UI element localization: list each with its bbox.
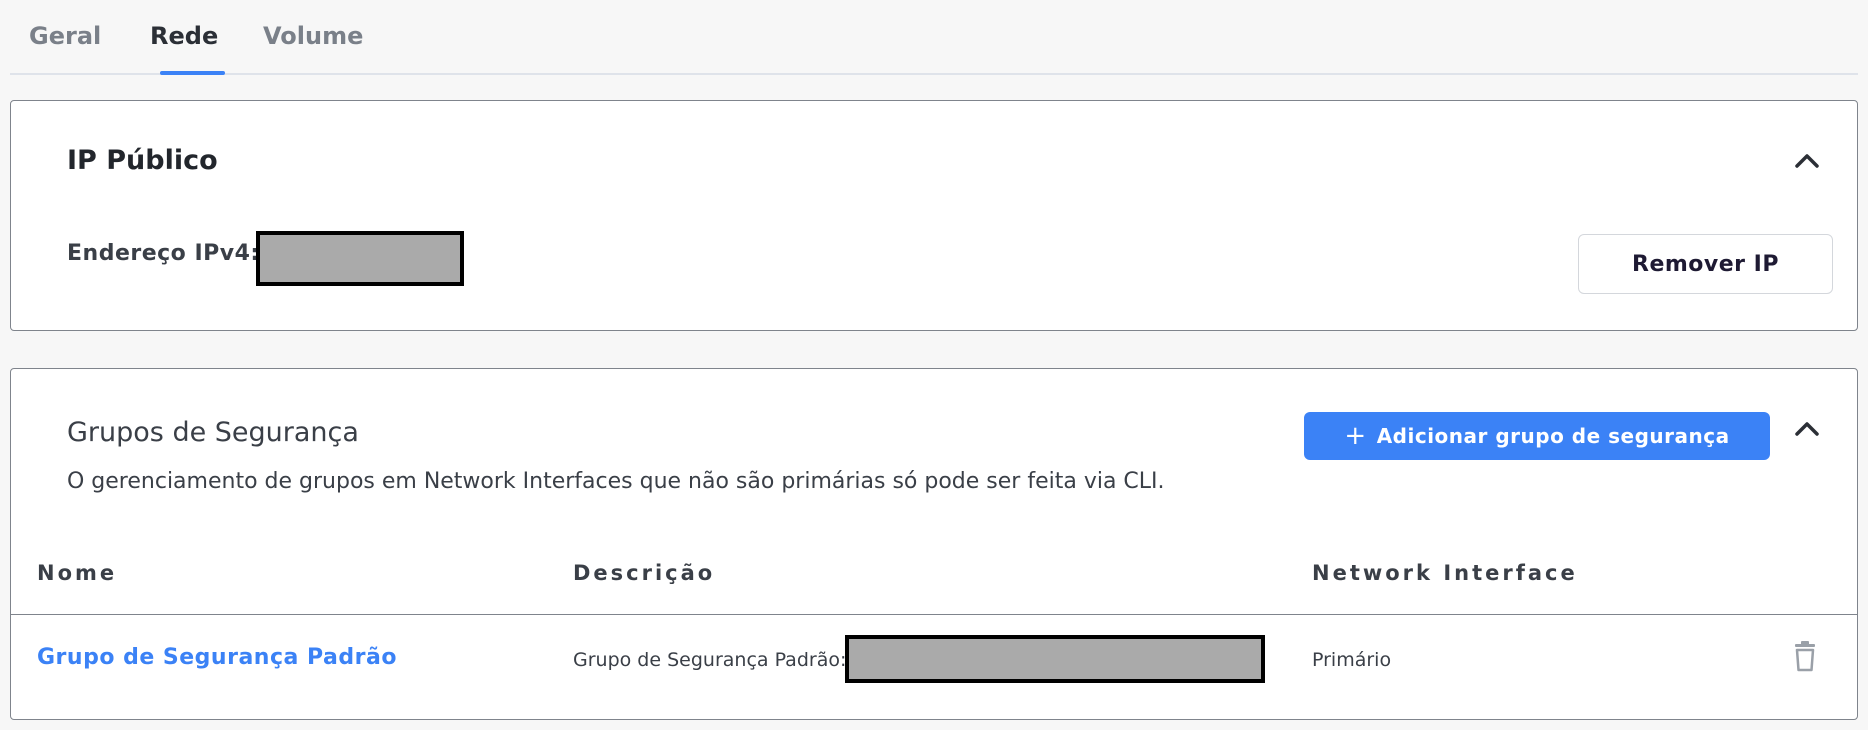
trash-icon[interactable] bbox=[1791, 641, 1819, 673]
chevron-up-icon[interactable] bbox=[1791, 145, 1823, 177]
tab-geral[interactable]: Geral bbox=[29, 22, 101, 50]
security-group-description: Grupo de Segurança Padrão: bbox=[573, 649, 847, 671]
security-group-name-link[interactable]: Grupo de Segurança Padrão bbox=[37, 645, 397, 670]
add-security-group-label: Adicionar grupo de segurança bbox=[1376, 424, 1730, 448]
network-interface-value: Primário bbox=[1312, 649, 1392, 671]
column-header-network-interface: Network Interface bbox=[1312, 561, 1578, 585]
plus-icon: + bbox=[1344, 421, 1367, 451]
tab-rede[interactable]: Rede bbox=[150, 22, 218, 50]
public-ip-card: IP Público Endereço IPv4: Remover IP bbox=[10, 100, 1858, 331]
table-header: Nome Descrição Network Interface bbox=[11, 549, 1857, 615]
chevron-up-icon[interactable] bbox=[1791, 413, 1823, 445]
tab-bar: Geral Rede Volume bbox=[10, 0, 1858, 75]
security-groups-title: Grupos de Segurança bbox=[67, 417, 359, 448]
table-row: Grupo de Segurança Padrão Grupo de Segur… bbox=[11, 615, 1857, 719]
security-groups-card: Grupos de Segurança + Adicionar grupo de… bbox=[10, 368, 1858, 720]
description-redacted bbox=[845, 635, 1265, 683]
security-groups-description: O gerenciamento de grupos em Network Int… bbox=[67, 469, 1165, 494]
tab-volume[interactable]: Volume bbox=[263, 22, 363, 50]
add-security-group-button[interactable]: + Adicionar grupo de segurança bbox=[1304, 412, 1770, 460]
public-ip-title: IP Público bbox=[67, 145, 218, 176]
remove-ip-button[interactable]: Remover IP bbox=[1578, 234, 1833, 294]
active-tab-indicator bbox=[160, 71, 225, 75]
column-header-description: Descrição bbox=[573, 561, 716, 585]
ipv4-label: Endereço IPv4: bbox=[67, 241, 260, 266]
column-header-name: Nome bbox=[37, 561, 118, 585]
ipv4-value-redacted bbox=[256, 231, 464, 286]
